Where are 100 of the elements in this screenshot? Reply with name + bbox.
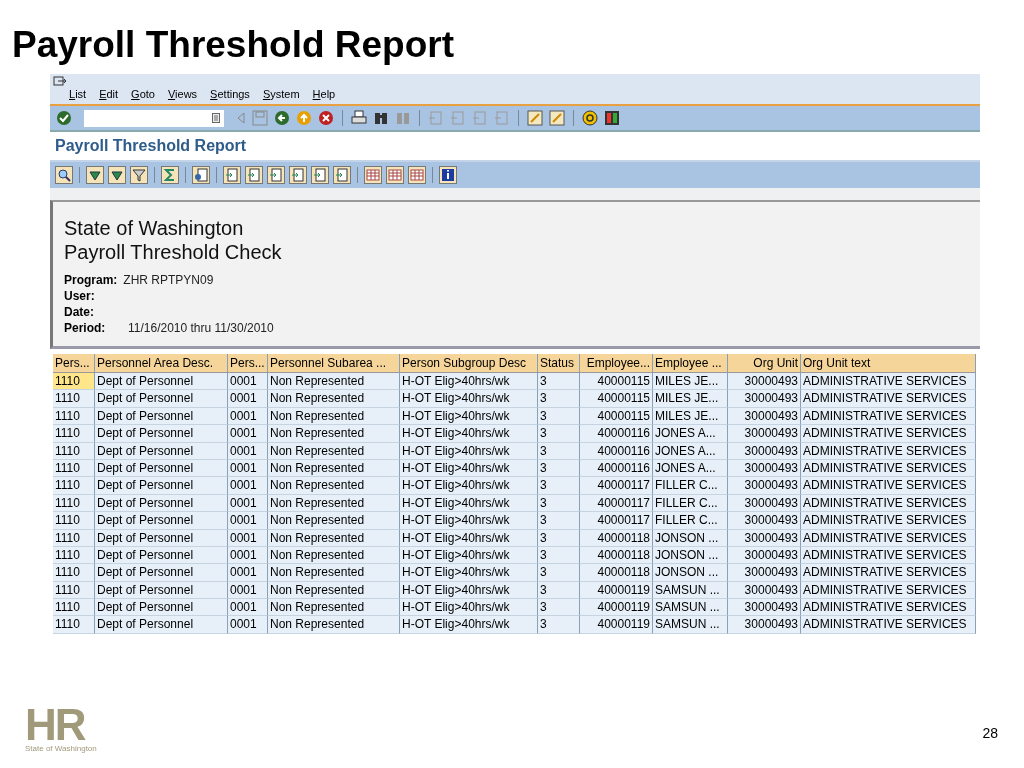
column-header[interactable]: Org Unit (728, 354, 801, 373)
table-cell[interactable]: 40000116 (580, 425, 653, 443)
table-cell[interactable]: 3 (538, 616, 580, 634)
table-cell[interactable]: H-OT Elig>40hrs/wk (400, 477, 538, 495)
layout-icon[interactable] (604, 110, 620, 126)
table-cell[interactable]: H-OT Elig>40hrs/wk (400, 373, 538, 391)
export-icon[interactable] (267, 166, 285, 184)
table-cell[interactable]: Non Represented (268, 599, 400, 617)
table-cell[interactable]: ADMINISTRATIVE SERVICES (801, 564, 976, 582)
table-cell[interactable]: 30000493 (728, 512, 801, 530)
menu-item[interactable]: Goto (131, 88, 155, 100)
table-cell[interactable]: ADMINISTRATIVE SERVICES (801, 373, 976, 391)
table-cell[interactable]: 40000118 (580, 564, 653, 582)
column-header[interactable]: Pers... (53, 354, 95, 373)
magnifier-icon[interactable] (55, 166, 73, 184)
dropdown-icon[interactable] (212, 113, 220, 123)
table-cell[interactable]: ADMINISTRATIVE SERVICES (801, 616, 976, 634)
table-cell[interactable]: 30000493 (728, 390, 801, 408)
table-cell[interactable]: 1110 (53, 512, 95, 530)
filter-icon[interactable] (130, 166, 148, 184)
table-cell[interactable]: 1110 (53, 616, 95, 634)
column-header[interactable]: Personnel Area Desc. (95, 354, 228, 373)
table-cell[interactable]: H-OT Elig>40hrs/wk (400, 564, 538, 582)
table-cell[interactable]: 30000493 (728, 373, 801, 391)
table-cell[interactable]: 1110 (53, 373, 95, 391)
back-icon[interactable] (274, 110, 290, 126)
table-cell[interactable]: SAMSUN ... (653, 599, 728, 617)
info-icon[interactable] (439, 166, 457, 184)
table-cell[interactable]: H-OT Elig>40hrs/wk (400, 425, 538, 443)
grid-icon[interactable] (364, 166, 382, 184)
table-cell[interactable]: Dept of Personnel (95, 477, 228, 495)
table-cell[interactable]: H-OT Elig>40hrs/wk (400, 616, 538, 634)
table-cell[interactable]: 0001 (228, 616, 268, 634)
table-cell[interactable]: 0001 (228, 599, 268, 617)
table-cell[interactable]: Dept of Personnel (95, 512, 228, 530)
table-cell[interactable]: H-OT Elig>40hrs/wk (400, 390, 538, 408)
export-icon[interactable] (289, 166, 307, 184)
table-cell[interactable]: 0001 (228, 477, 268, 495)
table-cell[interactable]: SAMSUN ... (653, 616, 728, 634)
table-cell[interactable]: 30000493 (728, 477, 801, 495)
table-cell[interactable]: 40000117 (580, 512, 653, 530)
table-cell[interactable]: 0001 (228, 512, 268, 530)
table-cell[interactable]: H-OT Elig>40hrs/wk (400, 512, 538, 530)
table-cell[interactable]: JONSON ... (653, 564, 728, 582)
export-icon[interactable] (245, 166, 263, 184)
menu-item[interactable]: Edit (99, 88, 119, 100)
column-header[interactable]: Employee... (580, 354, 653, 373)
table-cell[interactable]: 3 (538, 477, 580, 495)
column-header[interactable]: Employee ... (653, 354, 728, 373)
table-cell[interactable]: 0001 (228, 425, 268, 443)
table-cell[interactable]: JONES A... (653, 425, 728, 443)
column-header[interactable]: Org Unit text (801, 354, 976, 373)
table-cell[interactable]: Non Represented (268, 564, 400, 582)
table-cell[interactable]: 1110 (53, 477, 95, 495)
table-cell[interactable]: Non Represented (268, 390, 400, 408)
table-cell[interactable]: 0001 (228, 564, 268, 582)
column-header[interactable]: Status (538, 354, 580, 373)
table-cell[interactable]: 30000493 (728, 599, 801, 617)
table-cell[interactable]: 1110 (53, 599, 95, 617)
grid-icon[interactable] (386, 166, 404, 184)
sort-icon[interactable] (86, 166, 104, 184)
column-header[interactable]: Pers... (228, 354, 268, 373)
table-cell[interactable]: Dept of Personnel (95, 564, 228, 582)
table-cell[interactable]: 0001 (228, 390, 268, 408)
table-cell[interactable]: Non Represented (268, 373, 400, 391)
table-cell[interactable]: ADMINISTRATIVE SERVICES (801, 512, 976, 530)
document-icon[interactable] (192, 166, 210, 184)
sort-icon[interactable] (108, 166, 126, 184)
table-cell[interactable]: 3 (538, 425, 580, 443)
printer-icon[interactable] (351, 110, 367, 126)
table-cell[interactable]: ADMINISTRATIVE SERVICES (801, 599, 976, 617)
table-cell[interactable]: Non Represented (268, 512, 400, 530)
table-cell[interactable]: Dept of Personnel (95, 425, 228, 443)
table-cell[interactable]: Non Represented (268, 425, 400, 443)
table-cell[interactable]: Dept of Personnel (95, 616, 228, 634)
table-cell[interactable]: 0001 (228, 373, 268, 391)
table-cell[interactable]: 3 (538, 512, 580, 530)
menu-item[interactable]: System (262, 88, 300, 100)
menu-item[interactable]: Settings (210, 88, 250, 100)
command-field[interactable] (84, 109, 224, 127)
checkmark-icon[interactable] (56, 110, 72, 126)
grid-icon[interactable] (408, 166, 426, 184)
table-cell[interactable]: FILLER C... (653, 512, 728, 530)
table-cell[interactable]: ADMINISTRATIVE SERVICES (801, 425, 976, 443)
table-cell[interactable]: 40000119 (580, 616, 653, 634)
table-cell[interactable]: Non Represented (268, 616, 400, 634)
table-cell[interactable]: Dept of Personnel (95, 373, 228, 391)
table-cell[interactable]: 3 (538, 564, 580, 582)
sum-icon[interactable] (161, 166, 179, 184)
menu-item[interactable]: Help (312, 88, 336, 100)
table-cell[interactable]: 1110 (53, 425, 95, 443)
menu-item[interactable]: Views (167, 88, 198, 100)
table-cell[interactable]: MILES JE... (653, 390, 728, 408)
table-cell[interactable]: 40000119 (580, 599, 653, 617)
table-cell[interactable]: Dept of Personnel (95, 390, 228, 408)
table-cell[interactable]: Dept of Personnel (95, 599, 228, 617)
export-icon[interactable] (311, 166, 329, 184)
column-header[interactable]: Personnel Subarea ... (268, 354, 400, 373)
table-cell[interactable]: ADMINISTRATIVE SERVICES (801, 390, 976, 408)
table-cell[interactable]: 40000115 (580, 390, 653, 408)
